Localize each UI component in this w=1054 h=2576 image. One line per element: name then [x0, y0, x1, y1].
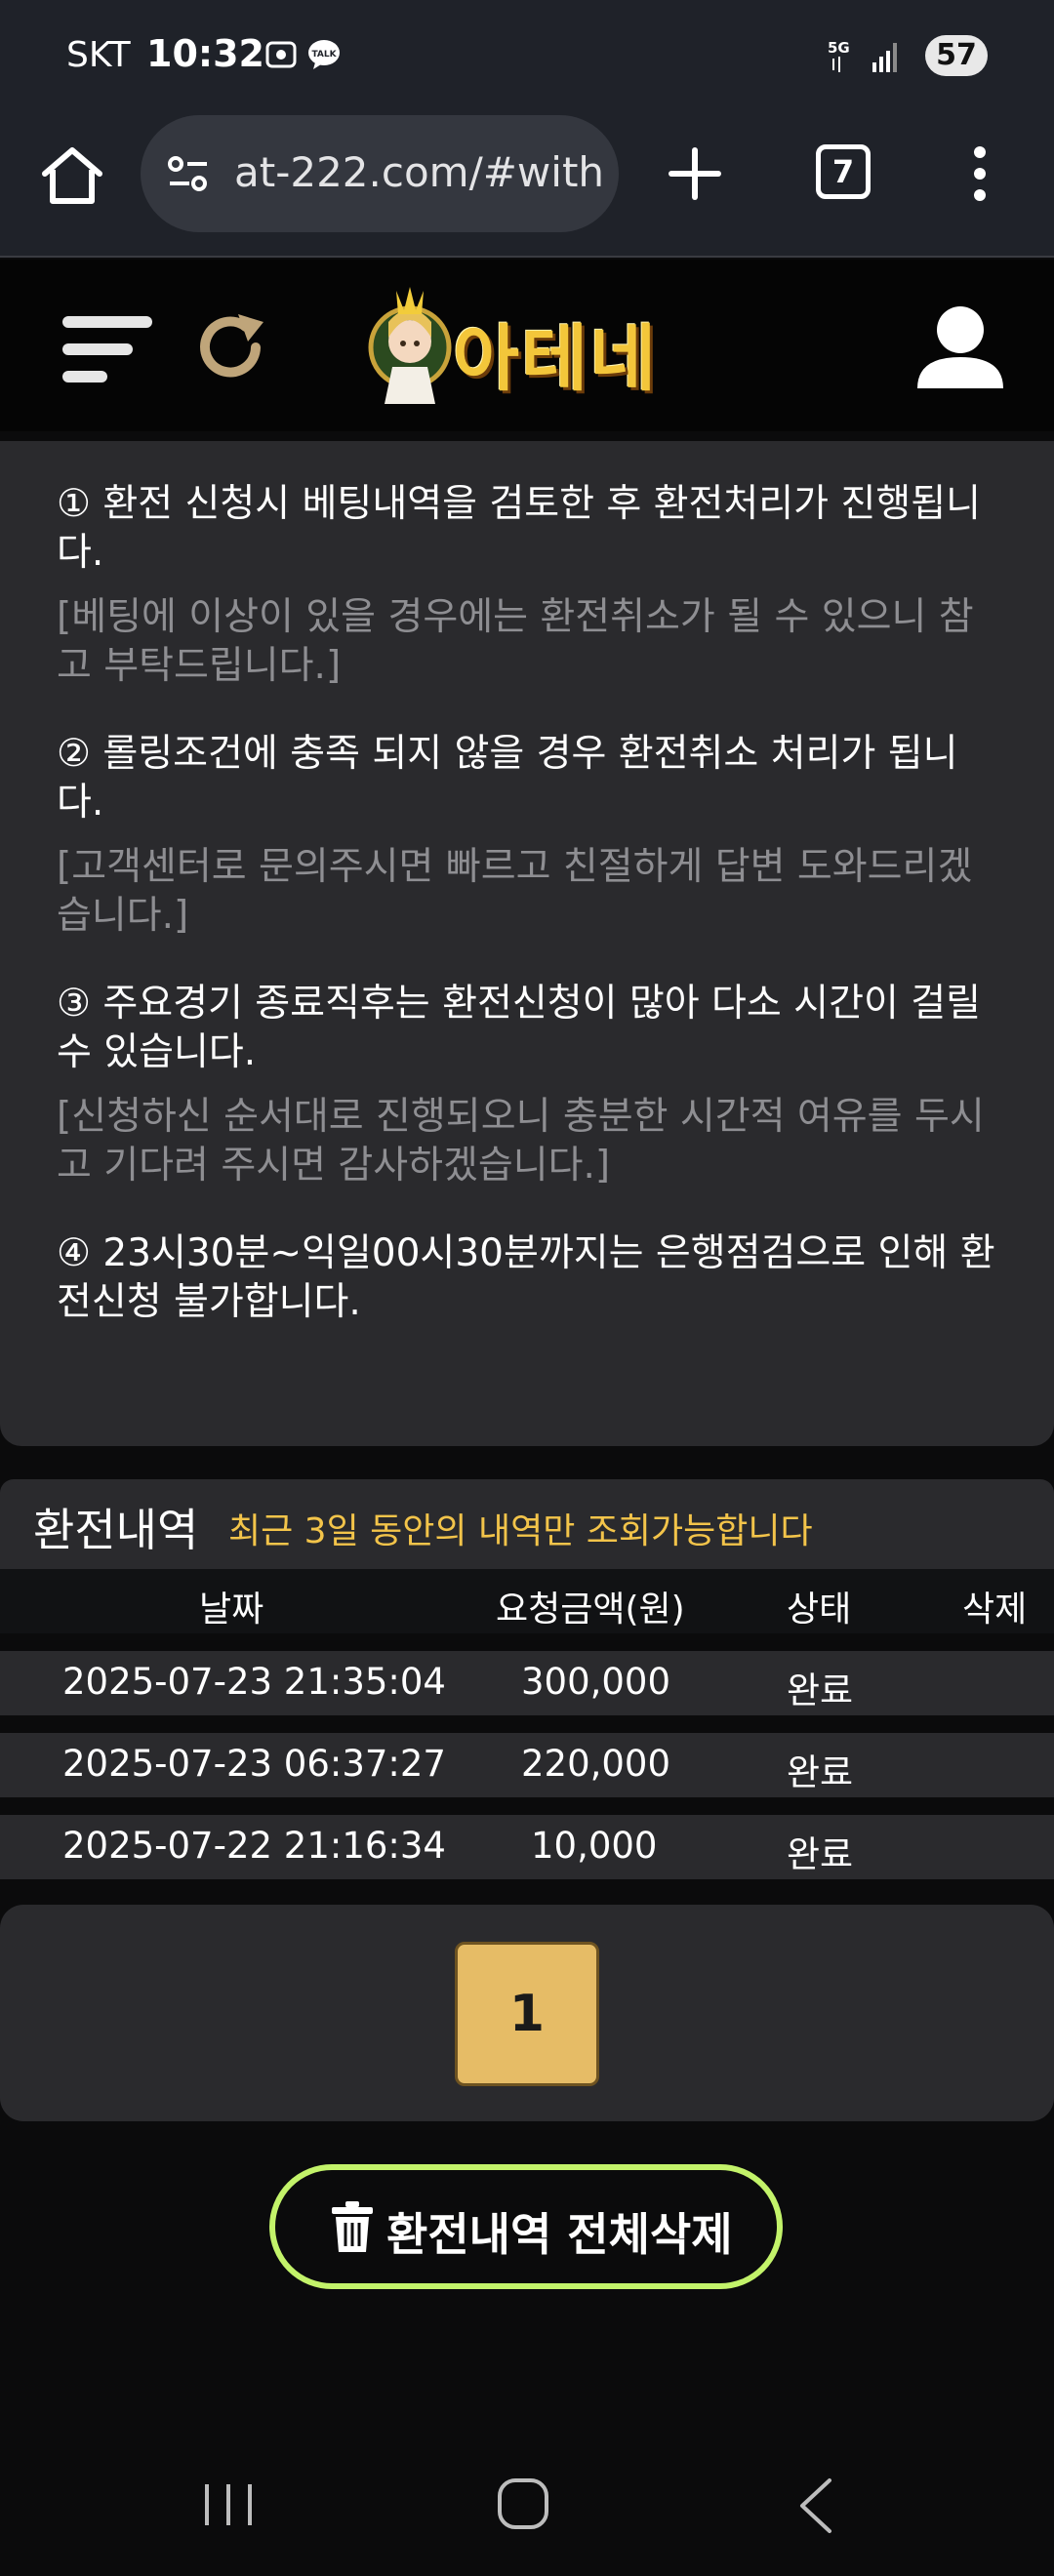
table-row: 2025-07-23 06:37:27 220,000 완료 [0, 1733, 1054, 1797]
more-options-icon[interactable] [960, 144, 999, 203]
athena-mascot-icon [368, 287, 452, 404]
status-bar: SKT 10:32 TALK 5G 57 [0, 0, 1054, 109]
carrier-label: SKT [66, 35, 131, 75]
page-button-1[interactable]: 1 [455, 1942, 599, 2086]
logo-text: 아테네 [453, 317, 659, 401]
back-icon[interactable] [796, 2476, 835, 2535]
row-date: 2025-07-23 21:35:04 [62, 1661, 446, 1703]
column-delete: 삭제 [962, 1590, 1028, 1630]
table-row: 2025-07-23 21:35:04 300,000 완료 [0, 1651, 1054, 1715]
user-icon[interactable] [913, 301, 1007, 394]
clock: 10:32 [146, 32, 264, 75]
new-tab-icon[interactable] [664, 142, 726, 205]
tab-switcher-button[interactable]: 7 [816, 144, 871, 199]
home-icon[interactable] [37, 141, 107, 211]
home-nav-icon[interactable] [496, 2476, 550, 2531]
row-status: 완료 [787, 1833, 854, 1875]
browser-toolbar: at-222.com/#with 7 [0, 109, 1054, 258]
delete-all-label: 환전내역 전체삭제 [386, 2208, 733, 2261]
url-text: at-222.com/#with [234, 148, 605, 196]
notice-sub-text: [고객센터로 문의주시면 빠르고 친절하게 답변 도와드리겠습니다.] [57, 845, 973, 938]
history-note: 최근 3일 동안의 내역만 조회가능합니다 [228, 1511, 813, 1551]
svg-text:TALK: TALK [311, 50, 337, 60]
site-settings-icon[interactable] [166, 152, 211, 197]
row-date: 2025-07-22 21:16:34 [62, 1825, 446, 1867]
notice-main-text: ① 환전 신청시 베팅내역을 검토한 후 환전처리가 진행됩니다. [57, 482, 981, 575]
recent-apps-icon[interactable] [201, 2480, 256, 2529]
row-status: 완료 [787, 1751, 854, 1793]
notice-item: ③ 주요경기 종료직후는 환전신청이 많아 다소 시간이 걸릴 수 있습니다. … [57, 980, 997, 1190]
row-amount: 10,000 [531, 1825, 658, 1867]
notice-sub-text: [신청하신 순서대로 진행되오니 충분한 시간적 여유를 두시고 기다려 주시면… [57, 1095, 985, 1187]
kakaotalk-icon: TALK [308, 40, 340, 69]
notice-main-text: ④ 23시30분~익일00시30분까지는 은행점검으로 인해 환전신청 불가합니… [57, 1231, 995, 1324]
column-amount: 요청금액(원) [496, 1590, 685, 1630]
svg-text:5G: 5G [828, 39, 850, 57]
column-date: 날짜 [199, 1590, 264, 1630]
table-row: 2025-07-22 21:16:34 10,000 완료 [0, 1815, 1054, 1879]
row-status: 완료 [787, 1670, 854, 1711]
signal-icon: 5G [828, 39, 897, 72]
pagination: 1 [0, 1905, 1054, 2121]
row-amount: 220,000 [521, 1743, 671, 1785]
address-bar[interactable]: at-222.com/#with [141, 115, 619, 232]
row-date: 2025-07-23 06:37:27 [62, 1743, 446, 1785]
row-amount: 300,000 [521, 1661, 671, 1703]
site-header: 아테네 [0, 260, 1054, 431]
table-header: 날짜 요청금액(원) 상태 삭제 [0, 1569, 1054, 1633]
notice-sub-text: [베팅에 이상이 있을 경우에는 환전취소가 될 수 있으니 참고 부탁드립니다… [57, 595, 974, 688]
menu-icon[interactable] [62, 310, 152, 388]
notice-main-text: ② 롤링조건에 충족 되지 않을 경우 환전취소 처리가 됩니다. [57, 732, 958, 825]
withdrawal-notice-card: ① 환전 신청시 베팅내역을 검토한 후 환전처리가 진행됩니다. [베팅에 이… [0, 441, 1054, 1446]
notice-item: ④ 23시30분~익일00시30분까지는 은행점검으로 인해 환전신청 불가합니… [57, 1229, 997, 1327]
notice-item: ① 환전 신청시 베팅내역을 검토한 후 환전처리가 진행됩니다. [베팅에 이… [57, 480, 997, 691]
column-status: 상태 [787, 1590, 852, 1630]
battery-indicator: 57 [925, 35, 988, 76]
system-nav-bar [0, 2439, 1054, 2576]
screenshot-icon [265, 41, 297, 68]
history-title: 환전내역 [33, 1504, 199, 1556]
delete-all-history-button[interactable]: 환전내역 전체삭제 [269, 2164, 783, 2289]
history-header: 환전내역 최근 3일 동안의 내역만 조회가능합니다 [0, 1479, 1054, 1569]
trash-icon [332, 2201, 373, 2252]
refresh-icon[interactable] [191, 308, 269, 386]
notice-item: ② 롤링조건에 충족 되지 않을 경우 환전취소 처리가 됩니다. [고객센터로… [57, 730, 997, 941]
notice-main-text: ③ 주요경기 종료직후는 환전신청이 많아 다소 시간이 걸릴 수 있습니다. [57, 982, 981, 1074]
site-logo[interactable]: 아테네 [367, 279, 689, 416]
